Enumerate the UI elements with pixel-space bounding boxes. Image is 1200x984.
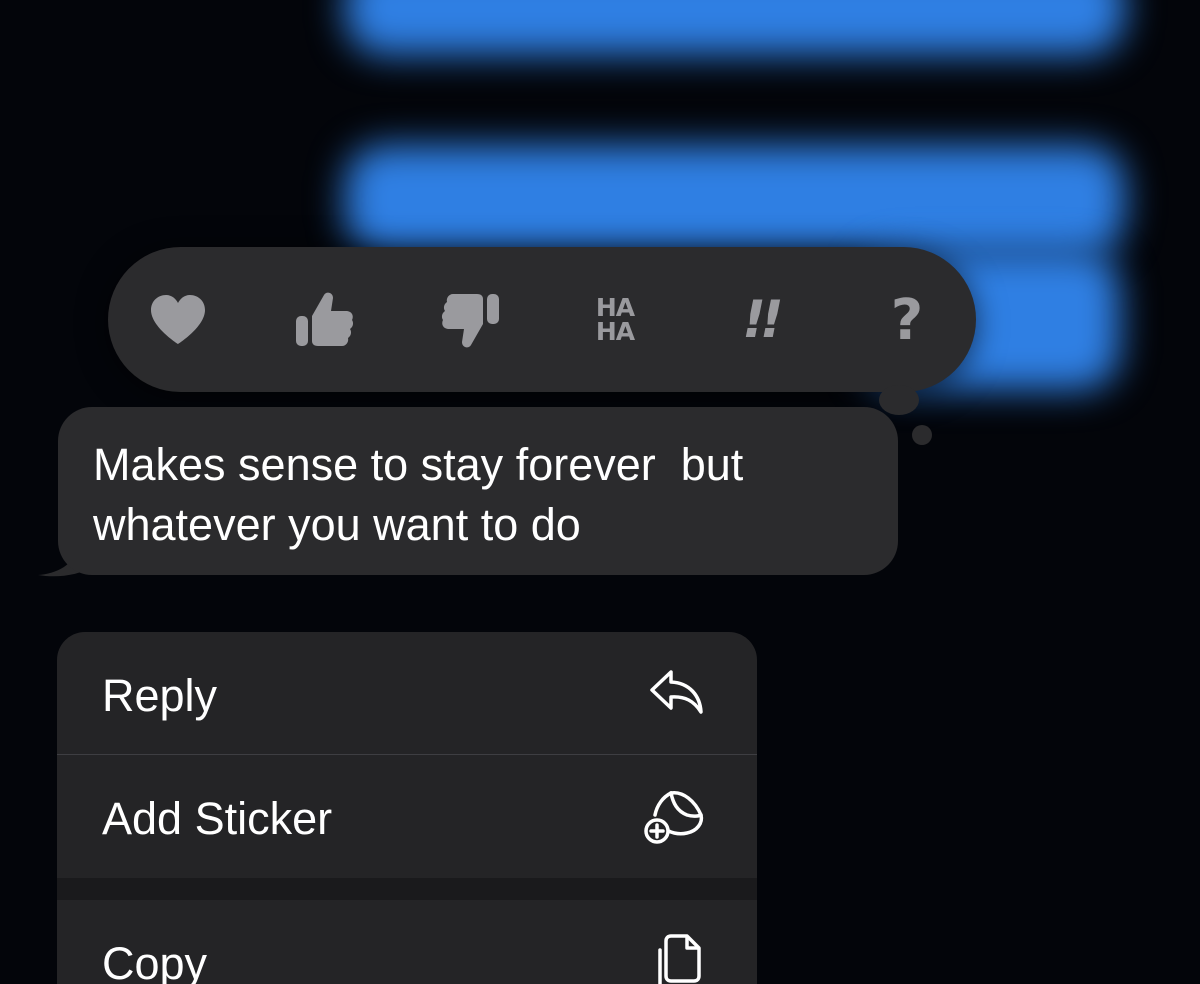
menu-group-separator (57, 878, 757, 900)
menu-item-copy[interactable]: Copy (57, 900, 757, 984)
reaction-dislike-button[interactable] (437, 284, 507, 356)
double-exclamation-icon: !! (742, 290, 784, 350)
reaction-question-button[interactable]: ? (872, 284, 942, 356)
blurred-sent-message (345, 145, 1125, 255)
received-message-bubble[interactable]: Makes sense to stay forever but whatever… (58, 407, 898, 575)
message-context-menu: Reply Add Sticker Copy (57, 632, 757, 984)
reaction-emphasize-button[interactable]: !! (725, 284, 795, 356)
question-mark-icon: ? (890, 287, 924, 353)
copy-icon (655, 932, 705, 984)
reaction-heart-button[interactable] (143, 284, 213, 356)
thumbs-down-icon (441, 289, 503, 351)
reaction-like-button[interactable] (288, 284, 358, 356)
blurred-sent-message (345, 0, 1125, 55)
messages-screen: HA HA !! ? Makes sense to stay forever b… (0, 0, 1200, 984)
menu-item-label: Add Sticker (102, 793, 333, 844)
reply-arrow-icon (649, 668, 705, 716)
message-text: Makes sense to stay forever but whatever… (93, 439, 744, 550)
tapback-bubble-tail (879, 385, 919, 415)
heart-icon (149, 294, 207, 346)
menu-item-add-sticker[interactable]: Add Sticker (57, 755, 757, 876)
haha-icon: HA HA (595, 293, 635, 346)
menu-item-label: Reply (102, 670, 218, 721)
add-sticker-icon (643, 789, 705, 847)
tapback-bubble-tail-dot (912, 425, 932, 445)
thumbs-up-icon (292, 289, 354, 351)
reaction-haha-button[interactable]: HA HA (580, 284, 650, 356)
tapback-reaction-bar (108, 247, 976, 392)
menu-item-reply[interactable]: Reply (57, 632, 757, 753)
menu-item-label: Copy (102, 938, 208, 984)
